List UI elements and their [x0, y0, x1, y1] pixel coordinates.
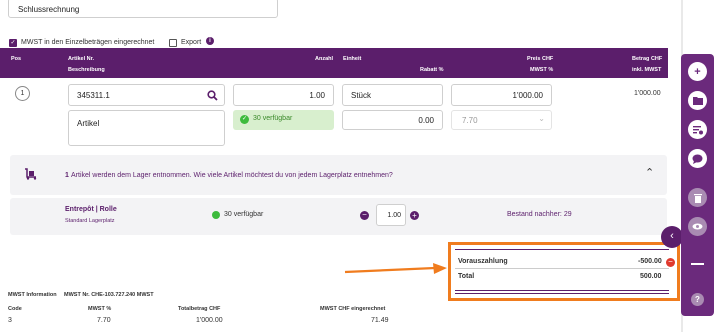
remove-payment-icon[interactable]: − — [666, 258, 675, 267]
preis-input[interactable]: 1'000.00 — [451, 84, 552, 106]
artikel-nr-input[interactable]: 345311.1 — [68, 84, 225, 106]
col-mwst: MWST % — [530, 67, 554, 73]
location-availability: 30 verfügbar — [224, 211, 264, 218]
mwst-header-included: MWST CHF eingerechnet — [320, 306, 386, 312]
col-preis: Preis CHF — [527, 56, 554, 62]
col-artikel-nr: Artikel Nr. — [68, 56, 94, 62]
mwst-checkbox[interactable]: ✓ — [9, 39, 17, 47]
action-sidebar: + ? — [681, 54, 714, 316]
mwst-value-rate: 7.70 — [97, 317, 111, 324]
beschreibung-value: Artikel — [77, 119, 100, 128]
folder-icon[interactable] — [688, 91, 707, 110]
summary-divider — [455, 268, 669, 269]
anzahl-input[interactable]: 1.00 — [233, 84, 334, 106]
lager-count: 1 — [65, 172, 69, 179]
anzahl-value: 1.00 — [309, 91, 325, 100]
chat-icon[interactable] — [688, 149, 707, 168]
col-beschreibung: Beschreibung — [68, 67, 105, 73]
mwst-info-title: MWST Information — [8, 292, 57, 298]
lager-message: Artikel werden dem Lager entnommen. Wie … — [71, 172, 393, 179]
total-double-line — [455, 290, 669, 294]
summary-top-line — [455, 249, 669, 250]
decrement-button[interactable]: − — [360, 211, 369, 220]
pallet-truck-icon — [24, 168, 37, 180]
preis-value: 1'000.00 — [512, 91, 543, 100]
col-betrag: Betrag CHF — [632, 56, 663, 62]
search-icon[interactable] — [207, 90, 218, 101]
betrag-value: 1'000.00 — [634, 90, 661, 97]
rabatt-input[interactable]: 0.00 — [342, 110, 443, 130]
quantity-input[interactable]: 1.00 — [376, 204, 406, 226]
help-icon[interactable]: ? — [691, 293, 704, 306]
bestand-nachher: Bestand nachher: 29 — [507, 211, 572, 218]
plus-icon[interactable]: + — [688, 62, 707, 81]
location-type: Standard Lagerplatz — [65, 218, 115, 224]
availability-text: 30 verfügbar — [253, 115, 293, 122]
mwst-header-rate: MWST % — [88, 306, 112, 312]
mwst-select[interactable]: 7.70 ⌄ — [451, 110, 552, 130]
vorauszahlung-label: Vorauszahlung — [458, 258, 508, 265]
col-einheit: Einheit — [343, 56, 362, 62]
check-circle-icon: ✓ — [240, 115, 249, 124]
collapse-sidebar-button[interactable]: ‹ — [661, 226, 683, 248]
rabatt-value: 0.00 — [418, 116, 434, 125]
table-header: Pos Artikel Nr. Beschreibung Anzahl Einh… — [0, 48, 668, 78]
annotation-arrow — [344, 263, 447, 274]
chevron-down-icon: ⌄ — [538, 114, 545, 123]
total-label: Total — [458, 273, 475, 280]
document-title-input[interactable]: Schlussrechnung — [8, 0, 278, 18]
mwst-selected-value: 7.70 — [462, 116, 478, 125]
mwst-header-total: Totalbetrag CHF — [178, 306, 221, 312]
list-settings-icon[interactable] — [688, 120, 707, 139]
availability-badge: 30 verfügbar ✓ — [233, 110, 334, 130]
stock-status-dot — [212, 211, 220, 219]
mwst-value-code: 3 — [8, 317, 12, 324]
mwst-checkbox-label: MWST in den Einzelbeträgen eingerechnet — [21, 39, 155, 46]
einheit-input[interactable]: Stück — [342, 84, 443, 106]
position-number: 1 — [15, 86, 30, 101]
beschreibung-input[interactable]: Artikel — [68, 110, 225, 146]
quantity-value: 1.00 — [387, 212, 401, 219]
total-value: 500.00 — [640, 273, 662, 280]
location-name: Entrepôt | Rolle — [65, 206, 117, 213]
mwst-value-total: 1'000.00 — [196, 317, 223, 324]
vorauszahlung-value: -500.00 — [638, 258, 662, 265]
col-rabatt: Rabatt % — [420, 67, 444, 73]
document-title-value: Schlussrechnung — [18, 5, 80, 14]
artikel-nr-value: 345311.1 — [77, 91, 110, 100]
einheit-value: Stück — [351, 91, 372, 100]
minus-icon[interactable] — [691, 263, 704, 265]
col-anzahl: Anzahl — [315, 56, 334, 62]
info-icon[interactable]: i — [206, 37, 214, 45]
col-pos: Pos — [11, 56, 22, 62]
chevron-up-icon[interactable]: ⌃ — [645, 166, 654, 179]
increment-button[interactable]: + — [410, 211, 419, 220]
mwst-header-code: Code — [8, 306, 22, 312]
export-checkbox-label: Export — [181, 39, 202, 46]
export-checkbox[interactable] — [169, 39, 177, 47]
trash-icon[interactable] — [688, 188, 707, 207]
mwst-value-included: 71.49 — [371, 317, 389, 324]
mwst-number: MWST Nr. CHE-103.727.240 MWST — [64, 292, 154, 298]
eye-icon[interactable] — [688, 217, 707, 236]
col-inkl: inkl. MWST — [632, 67, 662, 73]
